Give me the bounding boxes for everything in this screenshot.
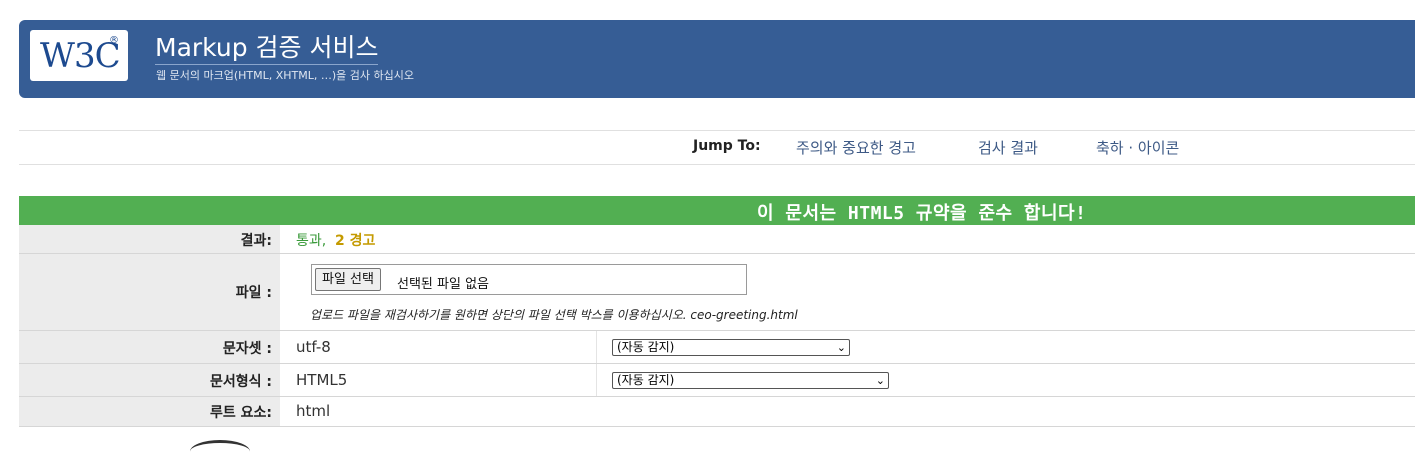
column-divider bbox=[596, 331, 597, 363]
root-label-cell: 루트 요소: bbox=[19, 397, 280, 426]
jump-to-label: Jump To: bbox=[693, 138, 761, 154]
page-title[interactable]: Markup 검증 서비스 bbox=[155, 32, 379, 65]
charset-select[interactable]: (자동 감지) ⌄ bbox=[612, 339, 850, 356]
chevron-down-icon: ⌄ bbox=[875, 374, 885, 387]
result-banner-text: 이 문서는 HTML5 규약을 준수 합니다! bbox=[757, 203, 1087, 224]
doctype-label: 문서형식 : bbox=[210, 374, 272, 390]
partial-icon bbox=[190, 440, 250, 463]
doctype-value: HTML5 bbox=[296, 371, 348, 389]
file-label-cell: 파일 : bbox=[19, 254, 280, 330]
result-banner: 이 문서는 HTML5 규약을 준수 합니다! bbox=[19, 196, 1415, 225]
jump-link-warnings[interactable]: 주의와 중요한 경고 bbox=[796, 137, 916, 158]
root-element-label: 루트 요소: bbox=[210, 405, 272, 421]
choose-file-button[interactable]: 파일 선택 bbox=[315, 268, 381, 291]
file-label: 파일 : bbox=[235, 285, 272, 301]
result-label: 결과: bbox=[240, 233, 272, 249]
doctype-select-value: (자동 감지) bbox=[617, 373, 675, 387]
root-element-value: html bbox=[296, 402, 331, 420]
result-warning-count: 2 경고 bbox=[335, 233, 376, 249]
charset-value: utf-8 bbox=[296, 338, 331, 356]
doctype-label-cell: 문서형식 : bbox=[19, 364, 280, 396]
jump-to-nav: Jump To: 주의와 중요한 경고 검사 결과 축하 · 아이콘 bbox=[19, 130, 1415, 165]
charset-row: 문자셋 : utf-8 (자동 감지) ⌄ bbox=[19, 331, 1415, 364]
charset-select-value: (자동 감지) bbox=[617, 340, 675, 354]
root-value-cell: html bbox=[281, 397, 1415, 426]
result-row: 결과: 통과, 2 경고 bbox=[19, 225, 1415, 254]
charset-label: 문자셋 : bbox=[222, 341, 272, 357]
charset-label-cell: 문자셋 : bbox=[19, 331, 280, 363]
file-value-cell: 파일 선택 선택된 파일 없음 업로드 파일을 재검사하기를 원하면 상단의 파… bbox=[281, 254, 1415, 330]
jump-link-icons[interactable]: 축하 · 아이콘 bbox=[1096, 137, 1179, 158]
jump-link-results[interactable]: 검사 결과 bbox=[978, 137, 1038, 158]
column-divider bbox=[596, 364, 597, 396]
result-label-cell: 결과: bbox=[19, 225, 280, 253]
file-input[interactable]: 파일 선택 선택된 파일 없음 bbox=[311, 264, 747, 295]
doctype-row: 문서형식 : HTML5 (자동 감지) ⌄ bbox=[19, 364, 1415, 397]
w3c-logo-text: W3C bbox=[40, 36, 121, 76]
charset-value-cell: utf-8 (자동 감지) ⌄ bbox=[281, 331, 1415, 363]
result-pass-text: 통과, bbox=[296, 233, 327, 249]
doctype-select[interactable]: (자동 감지) ⌄ bbox=[612, 372, 889, 389]
file-status-text: 선택된 파일 없음 bbox=[397, 277, 489, 292]
file-row: 파일 : 파일 선택 선택된 파일 없음 업로드 파일을 재검사하기를 원하면 … bbox=[19, 254, 1415, 331]
file-note: 업로드 파일을 재검사하기를 원하면 상단의 파일 선택 박스를 이용하십시오.… bbox=[310, 308, 798, 322]
header-banner: W3C ® Markup 검증 서비스 웹 문서의 마크업(HTML, XHTM… bbox=[19, 20, 1415, 98]
w3c-logo[interactable]: W3C ® bbox=[30, 30, 128, 81]
chevron-down-icon: ⌄ bbox=[836, 341, 846, 354]
registered-mark: ® bbox=[109, 35, 119, 46]
page-subtitle: 웹 문서의 마크업(HTML, XHTML, …)을 검사 하십시오 bbox=[156, 69, 414, 82]
doctype-value-cell: HTML5 (자동 감지) ⌄ bbox=[281, 364, 1415, 396]
root-element-row: 루트 요소: html bbox=[19, 397, 1415, 427]
result-value-cell: 통과, 2 경고 bbox=[281, 225, 1415, 253]
